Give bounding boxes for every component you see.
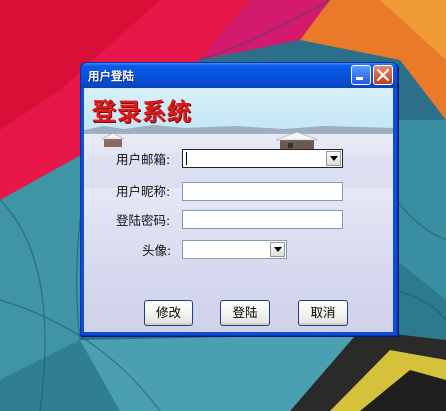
chevron-down-icon <box>274 247 282 252</box>
password-label: 登陆密码: <box>116 213 171 228</box>
nickname-label: 用户昵称: <box>116 184 171 199</box>
avatar-combo[interactable] <box>182 240 287 259</box>
nickname-field[interactable] <box>182 182 343 203</box>
email-combo[interactable] <box>182 149 343 168</box>
password-field[interactable] <box>182 210 343 231</box>
text-cursor <box>186 152 187 165</box>
chevron-down-icon <box>330 156 338 161</box>
avatar-dropdown-button[interactable] <box>270 242 285 257</box>
cancel-button[interactable]: 取消 <box>298 300 348 326</box>
minimize-icon <box>356 77 363 80</box>
minimize-button[interactable] <box>351 65 371 85</box>
email-dropdown-button[interactable] <box>326 151 341 166</box>
window-client-area: 登录系统 用户邮箱: 用户昵称: 登陆密码: 头像: 修改 登陆 取消 <box>84 88 393 332</box>
title-bar[interactable]: 用户登陆 <box>81 63 397 88</box>
email-label: 用户邮箱: <box>116 152 171 167</box>
login-window: 用户登陆 登录系统 用户邮箱: 用户昵称: 登陆密码: 头像: 修改 登陆 取消 <box>80 62 398 336</box>
banner-image: 登录系统 <box>84 88 393 188</box>
close-icon <box>376 68 390 82</box>
modify-button[interactable]: 修改 <box>144 300 193 326</box>
banner-heading: 登录系统 <box>92 97 192 126</box>
window-title: 用户登陆 <box>88 69 134 83</box>
close-button[interactable] <box>373 65 393 85</box>
password-input[interactable] <box>183 213 342 231</box>
avatar-label: 头像: <box>142 243 172 258</box>
login-button[interactable]: 登陆 <box>220 300 270 326</box>
nickname-input[interactable] <box>183 185 342 203</box>
